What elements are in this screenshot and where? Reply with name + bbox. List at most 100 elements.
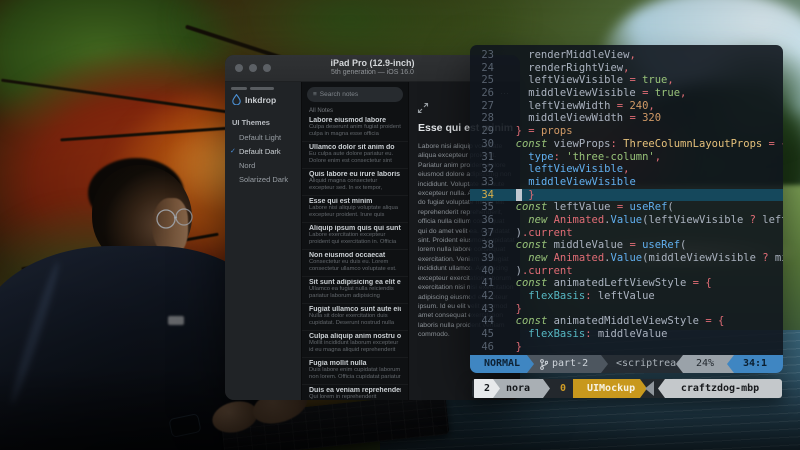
notes-list: Labore eiusmod laboreCulpa deserunt anim… bbox=[302, 115, 408, 400]
note-item-title: Aliquip ipsum quis qui sunt nulla bbox=[309, 225, 401, 232]
vim-statusline: NORMAL part-2 <scriptreact 24% 34:1 bbox=[470, 355, 783, 373]
code-line: 34 } bbox=[470, 189, 783, 202]
code-line: 38 const middleValue = useRef( bbox=[470, 239, 783, 252]
code-line: 26 middleViewVisible = true, bbox=[470, 87, 783, 100]
line-number: 28 bbox=[470, 112, 503, 125]
note-item-snippet: Aliquid magna consectetur excepteur sed.… bbox=[309, 178, 401, 192]
note-item-snippet: Mollit incididunt laborum excepteur id e… bbox=[309, 340, 401, 354]
note-list-item[interactable]: Quis labore eu irure laboris exercitati.… bbox=[302, 169, 408, 196]
sidebar-item-theme[interactable]: Nord bbox=[225, 158, 301, 172]
scroll-percent: 24% bbox=[676, 355, 734, 373]
code-line: 25 leftViewVisible = true, bbox=[470, 74, 783, 87]
code-line: 44 const animatedMiddleViewStyle = { bbox=[470, 315, 783, 328]
code-line: 28 middleViewWidth = 320 bbox=[470, 112, 783, 125]
note-list-item[interactable]: Aliquip ipsum quis qui sunt nullaLabore … bbox=[302, 223, 408, 250]
note-list-item[interactable]: Duis ea veniam reprehenderit est si...Qu… bbox=[302, 385, 408, 400]
note-list-item[interactable]: Ullamco dolor sit anim doEu culpa aute d… bbox=[302, 142, 408, 169]
code-line: 37 ).current bbox=[470, 227, 783, 240]
tmux-window-index: 0 bbox=[560, 379, 566, 398]
note-item-snippet: Qui lorem in reprehenderit occaecat sed … bbox=[309, 394, 401, 400]
note-item-title: Quis labore eu irure laboris exercitati.… bbox=[309, 171, 401, 178]
sidebar: Inkdrop UI Themes Default Light✓Default … bbox=[225, 82, 301, 400]
git-branch-name: part-2 bbox=[552, 355, 588, 373]
chevron-left-icon bbox=[645, 381, 654, 396]
expand-icon[interactable] bbox=[417, 102, 429, 114]
note-list-item[interactable]: Non eiusmod occaecatConsectetur eu duis … bbox=[302, 250, 408, 277]
line-number: 30 bbox=[470, 138, 503, 151]
line-number: 33 bbox=[470, 176, 503, 189]
note-item-title: Fugia mollit nulla bbox=[309, 360, 401, 367]
line-number: 39 bbox=[470, 252, 503, 265]
theme-label: Nord bbox=[239, 161, 255, 170]
code-line: 41 const animatedLeftViewStyle = { bbox=[470, 277, 783, 290]
inkdrop-logo-icon bbox=[232, 94, 241, 105]
sidebar-item-theme[interactable]: ✓Default Dark bbox=[225, 144, 301, 158]
app-name: Inkdrop bbox=[245, 95, 276, 105]
note-item-snippet: Labore nisi aliquip voluptate aliqua exc… bbox=[309, 205, 401, 219]
tmux-window-uimockup[interactable]: UIMockup bbox=[573, 379, 647, 398]
terminal-window[interactable]: 23 renderMiddleView,24 renderRightView,2… bbox=[470, 45, 783, 373]
search-icon: ≡ bbox=[313, 91, 317, 98]
screenshot-root: iPad Pro (12.9-inch) 5th generation — iO… bbox=[0, 0, 800, 450]
note-list-item[interactable]: Esse qui est minimLabore nisi aliquip vo… bbox=[302, 196, 408, 223]
note-item-title: Non eiusmod occaecat bbox=[309, 252, 401, 259]
theme-label: Default Dark bbox=[239, 147, 281, 156]
line-number: 41 bbox=[470, 277, 503, 290]
code-line: 42 flexBasis: leftValue bbox=[470, 290, 783, 303]
line-number: 37 bbox=[470, 227, 503, 240]
note-item-title: Fugiat ullamco sunt aute eiusmo... bbox=[309, 306, 401, 313]
code-editor: 23 renderMiddleView,24 renderRightView,2… bbox=[470, 49, 783, 354]
search-input[interactable]: ≡ Search notes bbox=[307, 87, 403, 102]
sidebar-item-theme[interactable]: Default Light bbox=[225, 130, 301, 144]
code-line: 35 const leftValue = useRef( bbox=[470, 201, 783, 214]
sidebar-item-theme[interactable]: Solarized Dark bbox=[225, 172, 301, 186]
line-number: 45 bbox=[470, 328, 503, 341]
line-number: 26 bbox=[470, 87, 503, 100]
code-line: 31 type: 'three-column', bbox=[470, 151, 783, 164]
line-number: 35 bbox=[470, 201, 503, 214]
line-number: 31 bbox=[470, 151, 503, 164]
note-list-item[interactable]: Labore eiusmod laboreCulpa deserunt anim… bbox=[302, 115, 408, 142]
tmux-hostname: craftzdog-mbp bbox=[658, 379, 782, 398]
code-line: 33 middleViewVisible bbox=[470, 176, 783, 189]
note-list-item[interactable]: Fugiat ullamco sunt aute eiusmo...Nulla … bbox=[302, 304, 408, 331]
list-header: All Notes bbox=[309, 108, 408, 114]
line-number: 36 bbox=[470, 214, 503, 227]
line-number: 29 bbox=[470, 125, 503, 138]
git-branch-icon bbox=[540, 359, 548, 370]
code-line: 36 new Animated.Value(leftViewVisible ? … bbox=[470, 214, 783, 227]
note-item-title: Labore eiusmod labore bbox=[309, 117, 401, 124]
line-number: 44 bbox=[470, 315, 503, 328]
line-number: 40 bbox=[470, 265, 503, 278]
ipad-status-bar bbox=[231, 87, 301, 90]
line-number: 42 bbox=[470, 290, 503, 303]
notes-list-column: ≡ Search notes All Notes Labore eiusmod … bbox=[301, 82, 409, 400]
code-line: 40 ).current bbox=[470, 265, 783, 278]
line-number: 38 bbox=[470, 239, 503, 252]
tmux-window-nora[interactable]: nora bbox=[492, 379, 550, 398]
note-item-title: Ullamco dolor sit anim do bbox=[309, 144, 401, 151]
note-item-title: Sit sunt adipisicing ea elit eu duis bbox=[309, 279, 401, 286]
code-line: 39 new Animated.Value(middleViewVisible … bbox=[470, 252, 783, 265]
git-branch-segment: part-2 bbox=[526, 355, 608, 373]
code-line: 29 } = props bbox=[470, 125, 783, 138]
line-number: 43 bbox=[470, 303, 503, 316]
code-line: 27 leftViewWidth = 240, bbox=[470, 100, 783, 113]
note-item-snippet: Eu culpa aute dolore pariatur eu. Dolore… bbox=[309, 151, 401, 165]
theme-label: Solarized Dark bbox=[239, 175, 288, 184]
code-line: 46 } bbox=[470, 341, 783, 354]
note-list-item[interactable]: Fugia mollit nullaDuis labore enim cupid… bbox=[302, 358, 408, 385]
line-number: 32 bbox=[470, 163, 503, 176]
note-item-snippet: Culpa deserunt anim fugiat proident culp… bbox=[309, 124, 401, 138]
line-number: 34 bbox=[470, 189, 503, 202]
note-list-item[interactable]: Sit sunt adipisicing ea elit eu duisUlla… bbox=[302, 277, 408, 304]
note-list-item[interactable]: Culpa aliquip anim nostru occaecat...Mol… bbox=[302, 331, 408, 358]
cursor-position: 34:1 bbox=[727, 355, 783, 373]
note-item-snippet: Nulla sit dolor exercitation duis cupida… bbox=[309, 313, 401, 327]
note-item-title: Culpa aliquip anim nostru occaecat... bbox=[309, 333, 401, 340]
line-number: 46 bbox=[470, 341, 503, 354]
sidebar-section-header: UI Themes bbox=[232, 118, 301, 127]
note-item-snippet: Duis labore enim cupidatat laborum non l… bbox=[309, 367, 401, 381]
note-item-title: Esse qui est minim bbox=[309, 198, 401, 205]
tmux-status-bar: 2 nora 0 UIMockup craftzdog-mbp bbox=[472, 379, 782, 398]
